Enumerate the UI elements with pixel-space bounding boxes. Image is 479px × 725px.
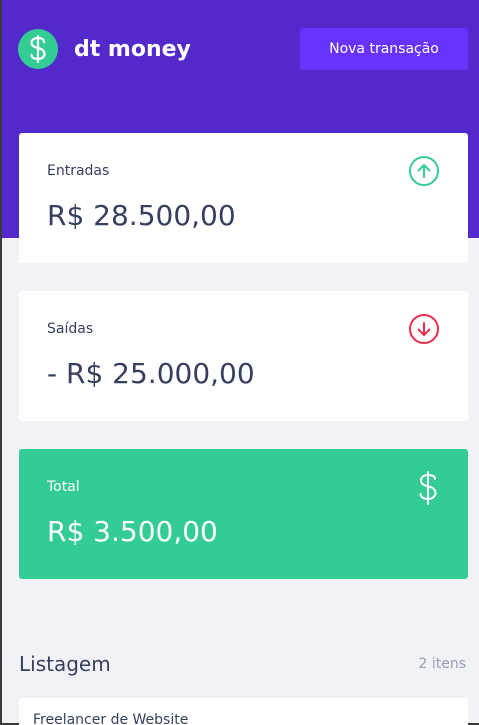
total-label: Total	[47, 479, 80, 495]
outcome-card: Saídas - R$ 25.000,00	[19, 291, 468, 421]
transaction-row[interactable]: Freelancer de Website	[19, 698, 468, 725]
logo: dt money	[18, 29, 191, 69]
outcome-value: - R$ 25.000,00	[47, 357, 255, 390]
listing-title: Listagem	[19, 652, 111, 676]
total-value: R$ 3.500,00	[47, 515, 218, 548]
outcome-label: Saídas	[47, 321, 94, 337]
listing-count: 2 itens	[418, 656, 466, 672]
arrow-circle-up-icon	[408, 155, 440, 191]
total-card: Total R$ 3.500,00	[19, 449, 468, 579]
income-label: Entradas	[47, 163, 110, 179]
new-transaction-button[interactable]: Nova transação	[300, 28, 468, 70]
dollar-sign-icon	[416, 471, 440, 509]
transaction-title: Freelancer de Website	[33, 712, 189, 725]
logo-text: dt money	[74, 36, 191, 62]
logo-dollar-icon	[18, 29, 58, 69]
income-value: R$ 28.500,00	[47, 199, 236, 232]
arrow-circle-down-icon	[408, 313, 440, 349]
income-card: Entradas R$ 28.500,00	[19, 133, 468, 263]
